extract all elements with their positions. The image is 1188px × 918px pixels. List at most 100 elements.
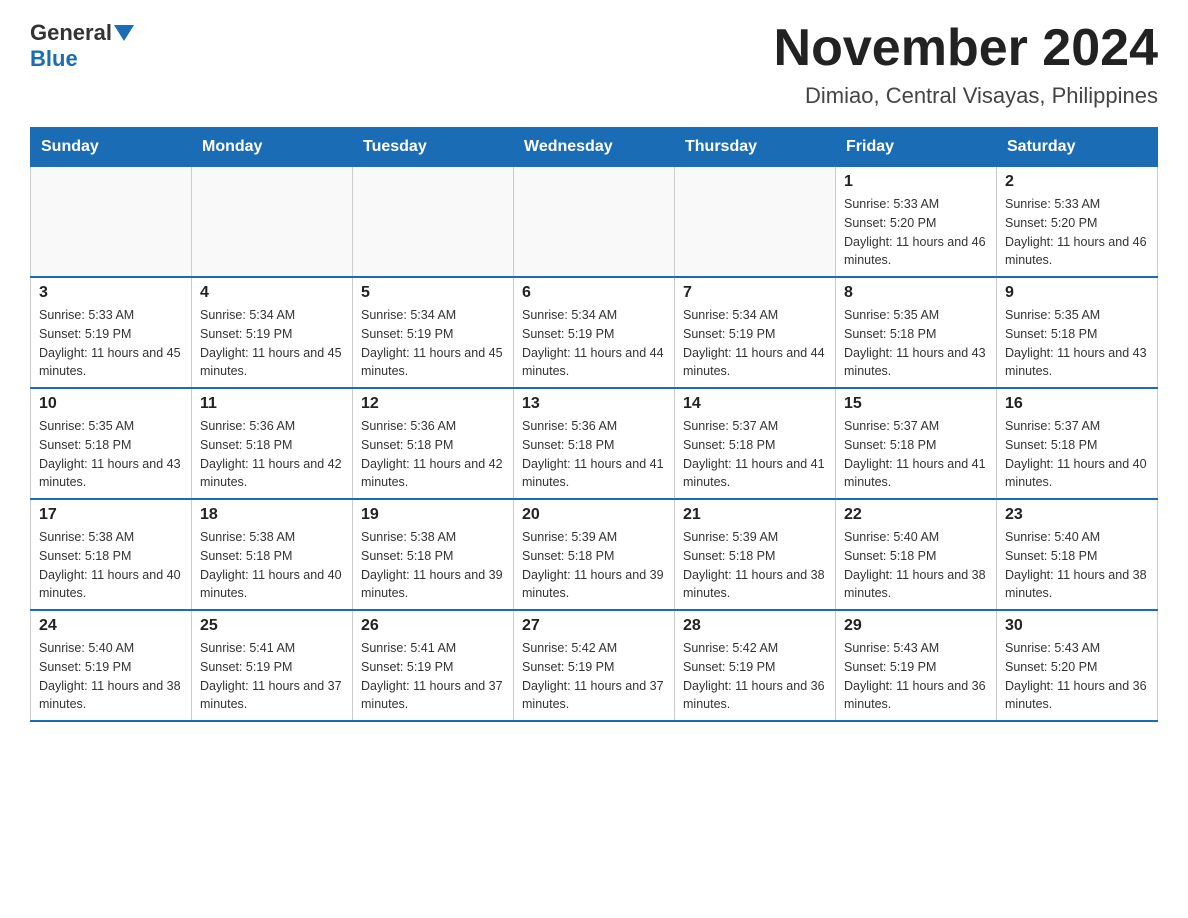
logo-blue-text: Blue [30, 46, 78, 71]
title-section: November 2024 Dimiao, Central Visayas, P… [774, 20, 1158, 109]
cell-week4-day0: 17Sunrise: 5:38 AM Sunset: 5:18 PM Dayli… [31, 499, 192, 610]
cell-week3-day1: 11Sunrise: 5:36 AM Sunset: 5:18 PM Dayli… [192, 388, 353, 499]
day-number: 6 [522, 284, 666, 302]
week-row-1: 1Sunrise: 5:33 AM Sunset: 5:20 PM Daylig… [31, 167, 1158, 278]
cell-week3-day0: 10 Sunrise: 5:35 AM Sunset: 5:18 PM Dayli… [31, 388, 192, 499]
day-number: 15 [844, 395, 988, 413]
day-info: Sunrise: 5:35 AM Sunset: 5:18 PM Dayligh… [1005, 306, 1149, 381]
day-number: 21 [683, 506, 827, 524]
day-info: Sunrise: 5:43 AM Sunset: 5:19 PM Dayligh… [844, 639, 988, 714]
day-number: 18 [200, 506, 344, 524]
day-number: 30 [1005, 617, 1149, 635]
cell-week4-day6: 23Sunrise: 5:40 AM Sunset: 5:18 PM Dayli… [997, 499, 1158, 610]
cell-week3-day4: 14 Sunrise: 5:37 AM Sunset: 5:18 PM Dayli… [675, 388, 836, 499]
header-tuesday: Tuesday [353, 128, 514, 167]
day-number: 17 [39, 506, 183, 524]
header-monday: Monday [192, 128, 353, 167]
day-number: 10 [39, 395, 183, 413]
day-info: Sunrise: 5:33 AM Sunset: 5:20 PM Dayligh… [1005, 195, 1149, 270]
day-number: 27 [522, 617, 666, 635]
logo: General Blue [30, 20, 136, 72]
day-info: Sunrise: 5:38 AM Sunset: 5:18 PM Dayligh… [200, 528, 344, 603]
day-info: Sunrise: 5:39 AM Sunset: 5:18 PM Dayligh… [683, 528, 827, 603]
cell-week5-day2: 26 Sunrise: 5:41 AM Sunset: 5:19 PM Dayli… [353, 610, 514, 721]
cell-week1-day3 [514, 167, 675, 278]
header-thursday: Thursday [675, 128, 836, 167]
cell-week2-day3: 6 Sunrise: 5:34 AM Sunset: 5:19 PM Daylig… [514, 277, 675, 388]
week-row-4: 17 Sunrise: 5:38 AM Sunset: 5:18 PM Dayli… [31, 499, 1158, 610]
day-number: 3 [39, 284, 183, 302]
cell-week2-day4: 7 Sunrise: 5:34 AM Sunset: 5:19 PM Daylig… [675, 277, 836, 388]
header-wednesday: Wednesday [514, 128, 675, 167]
cell-week4-day1: 18 Sunrise: 5:38 AM Sunset: 5:18 PM Dayli… [192, 499, 353, 610]
day-number: 23 [1005, 506, 1149, 524]
day-number: 16 [1005, 395, 1149, 413]
day-number: 7 [683, 284, 827, 302]
header-saturday: Saturday [997, 128, 1158, 167]
cell-week5-day3: 27 Sunrise: 5:42 AM Sunset: 5:19 PM Dayli… [514, 610, 675, 721]
logo-triangle-icon [114, 25, 134, 41]
cell-week5-day5: 29 Sunrise: 5:43 AM Sunset: 5:19 PM Dayli… [836, 610, 997, 721]
day-info: Sunrise: 5:33 AM Sunset: 5:20 PM Dayligh… [844, 195, 988, 270]
cell-week1-day1 [192, 167, 353, 278]
calendar-title: November 2024 [774, 20, 1158, 77]
cell-week4-day2: 19Sunrise: 5:38 AM Sunset: 5:18 PM Dayli… [353, 499, 514, 610]
cell-week5-day1: 25 Sunrise: 5:41 AM Sunset: 5:19 PM Dayli… [192, 610, 353, 721]
day-info: Sunrise: 5:43 AM Sunset: 5:20 PM Dayligh… [1005, 639, 1149, 714]
cell-week2-day0: 3 Sunrise: 5:33 AM Sunset: 5:19 PM Daylig… [31, 277, 192, 388]
day-info: Sunrise: 5:40 AM Sunset: 5:19 PM Dayligh… [39, 639, 183, 714]
cell-week5-day6: 30 Sunrise: 5:43 AM Sunset: 5:20 PM Dayli… [997, 610, 1158, 721]
day-info: Sunrise: 5:36 AM Sunset: 5:18 PM Dayligh… [522, 417, 666, 492]
day-number: 8 [844, 284, 988, 302]
week-row-2: 3 Sunrise: 5:33 AM Sunset: 5:19 PM Daylig… [31, 277, 1158, 388]
calendar-body: 1Sunrise: 5:33 AM Sunset: 5:20 PM Daylig… [31, 167, 1158, 722]
header-friday: Friday [836, 128, 997, 167]
day-number: 13 [522, 395, 666, 413]
cell-week4-day4: 21 Sunrise: 5:39 AM Sunset: 5:18 PM Dayli… [675, 499, 836, 610]
day-number: 26 [361, 617, 505, 635]
cell-week3-day6: 16 Sunrise: 5:37 AM Sunset: 5:18 PM Dayli… [997, 388, 1158, 499]
cell-week1-day2 [353, 167, 514, 278]
cell-week2-day1: 4 Sunrise: 5:34 AM Sunset: 5:19 PM Daylig… [192, 277, 353, 388]
day-number: 5 [361, 284, 505, 302]
day-info: Sunrise: 5:34 AM Sunset: 5:19 PM Dayligh… [683, 306, 827, 381]
day-info: Sunrise: 5:41 AM Sunset: 5:19 PM Dayligh… [200, 639, 344, 714]
calendar-table: Sunday Monday Tuesday Wednesday Thursday… [30, 127, 1158, 722]
cell-week1-day6: 2Sunrise: 5:33 AM Sunset: 5:20 PM Daylig… [997, 167, 1158, 278]
day-number: 22 [844, 506, 988, 524]
day-info: Sunrise: 5:41 AM Sunset: 5:19 PM Dayligh… [361, 639, 505, 714]
cell-week1-day4 [675, 167, 836, 278]
cell-week1-day0 [31, 167, 192, 278]
day-info: Sunrise: 5:37 AM Sunset: 5:18 PM Dayligh… [844, 417, 988, 492]
header-sunday: Sunday [31, 128, 192, 167]
day-info: Sunrise: 5:34 AM Sunset: 5:19 PM Dayligh… [361, 306, 505, 381]
day-number: 4 [200, 284, 344, 302]
day-number: 25 [200, 617, 344, 635]
cell-week2-day6: 9Sunrise: 5:35 AM Sunset: 5:18 PM Daylig… [997, 277, 1158, 388]
day-info: Sunrise: 5:36 AM Sunset: 5:18 PM Dayligh… [361, 417, 505, 492]
day-info: Sunrise: 5:34 AM Sunset: 5:19 PM Dayligh… [200, 306, 344, 381]
day-number: 29 [844, 617, 988, 635]
page-header: General Blue November 2024 Dimiao, Centr… [30, 20, 1158, 109]
day-number: 24 [39, 617, 183, 635]
day-info: Sunrise: 5:40 AM Sunset: 5:18 PM Dayligh… [844, 528, 988, 603]
logo-general-text: General [30, 20, 112, 46]
header-row: Sunday Monday Tuesday Wednesday Thursday… [31, 128, 1158, 167]
day-info: Sunrise: 5:33 AM Sunset: 5:19 PM Dayligh… [39, 306, 183, 381]
day-number: 14 [683, 395, 827, 413]
day-info: Sunrise: 5:38 AM Sunset: 5:18 PM Dayligh… [361, 528, 505, 603]
day-info: Sunrise: 5:35 AM Sunset: 5:18 PM Dayligh… [844, 306, 988, 381]
day-info: Sunrise: 5:37 AM Sunset: 5:18 PM Dayligh… [1005, 417, 1149, 492]
day-info: Sunrise: 5:37 AM Sunset: 5:18 PM Dayligh… [683, 417, 827, 492]
calendar-subtitle: Dimiao, Central Visayas, Philippines [774, 83, 1158, 109]
cell-week3-day2: 12Sunrise: 5:36 AM Sunset: 5:18 PM Dayli… [353, 388, 514, 499]
week-row-3: 10 Sunrise: 5:35 AM Sunset: 5:18 PM Dayli… [31, 388, 1158, 499]
day-info: Sunrise: 5:34 AM Sunset: 5:19 PM Dayligh… [522, 306, 666, 381]
day-info: Sunrise: 5:35 AM Sunset: 5:18 PM Dayligh… [39, 417, 183, 492]
day-number: 20 [522, 506, 666, 524]
day-info: Sunrise: 5:36 AM Sunset: 5:18 PM Dayligh… [200, 417, 344, 492]
cell-week1-day5: 1Sunrise: 5:33 AM Sunset: 5:20 PM Daylig… [836, 167, 997, 278]
day-info: Sunrise: 5:42 AM Sunset: 5:19 PM Dayligh… [522, 639, 666, 714]
week-row-5: 24 Sunrise: 5:40 AM Sunset: 5:19 PM Dayli… [31, 610, 1158, 721]
cell-week5-day0: 24 Sunrise: 5:40 AM Sunset: 5:19 PM Dayli… [31, 610, 192, 721]
